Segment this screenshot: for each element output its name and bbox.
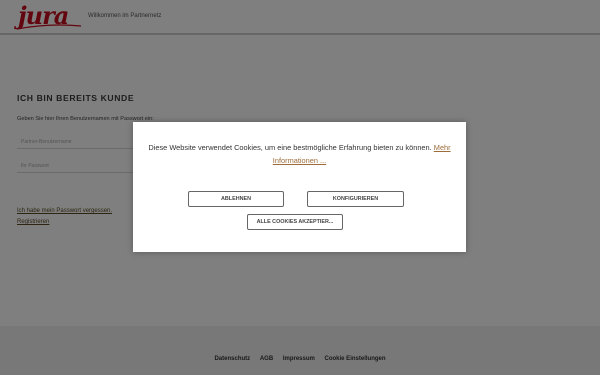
cookie-consent-dialog: Diese Website verwendet Cookies, um eine… [133,122,466,252]
reject-cookies-button[interactable]: ABLEHNEN [188,191,284,207]
accept-all-cookies-button[interactable]: ALLE COOKIES AKZEPTIER... [247,214,343,230]
cookie-message: Diese Website verwendet Cookies, um eine… [143,141,456,167]
configure-cookies-button[interactable]: KONFIGURIEREN [307,191,404,207]
cookie-message-text: Diese Website verwendet Cookies, um eine… [148,143,432,152]
